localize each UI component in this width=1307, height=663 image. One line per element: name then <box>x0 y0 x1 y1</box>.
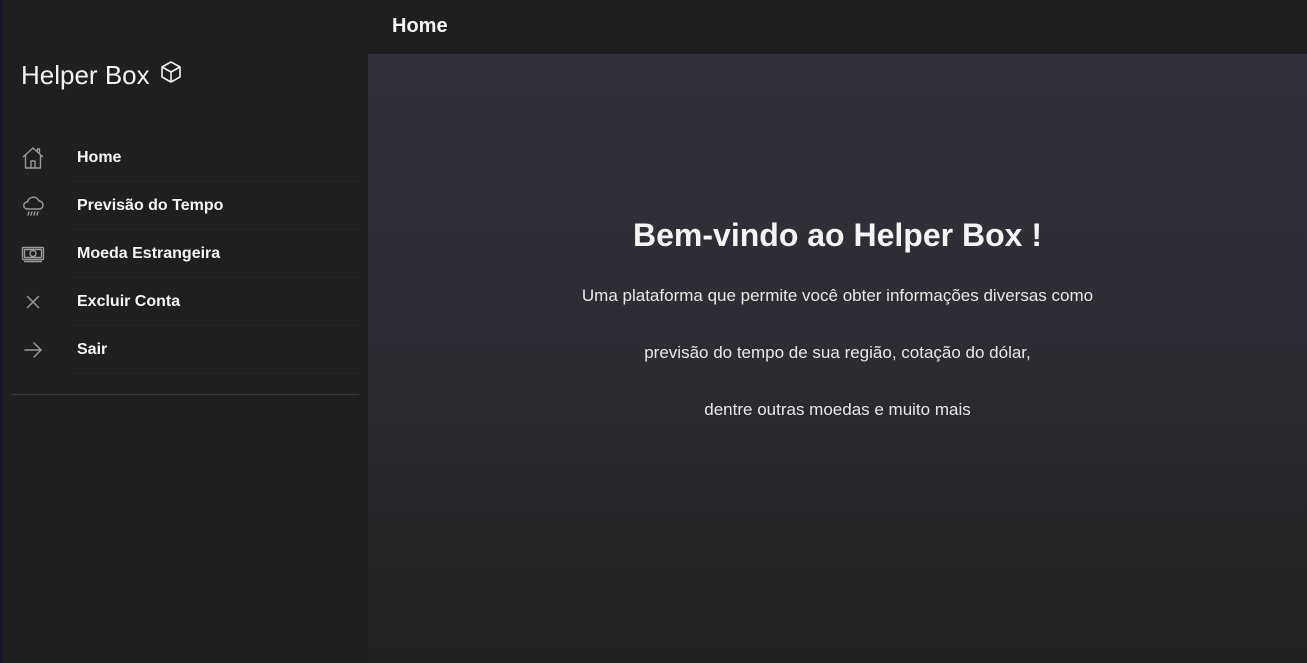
page-title: Home <box>392 15 448 37</box>
arrow-right-icon <box>24 342 42 358</box>
sidebar-item-label: Previsão do Tempo <box>77 197 224 214</box>
sidebar-item-previsao-do-tempo[interactable]: Previsão do Tempo <box>11 182 359 230</box>
main-content: Bem-vindo ao Helper Box ! Uma plataforma… <box>368 54 1307 663</box>
welcome-description-line: dentre outras moedas e muito mais <box>704 400 971 419</box>
sidebar-item-label: Moeda Estrangeira <box>77 245 221 262</box>
banknote-icon <box>21 246 45 263</box>
sidebar-item-label: Excluir Conta <box>77 293 181 310</box>
sidebar-edge <box>0 0 3 663</box>
brand-title: Helper Box <box>21 59 150 90</box>
home-icon <box>22 147 44 169</box>
sidebar-item-label: Home <box>77 149 122 166</box>
sidebar-divider <box>11 394 359 395</box>
welcome-description-line: Uma plataforma que permite você obter in… <box>581 286 1094 305</box>
top-bar: Home <box>368 0 1307 54</box>
welcome-description-line: previsão do tempo de sua região, cotação… <box>644 343 1031 362</box>
brand: Helper Box <box>21 58 183 92</box>
rain-cloud-icon <box>23 196 44 216</box>
sidebar-item-excluir-conta[interactable]: Excluir Conta <box>11 278 359 326</box>
app-window: Helper Box Home Previsão do Tempo Moeda … <box>0 0 1307 663</box>
sidebar-item-sair[interactable]: Sair <box>11 326 359 374</box>
cube-icon <box>160 61 181 83</box>
sidebar-item-label: Sair <box>77 341 108 358</box>
sidebar-item-moeda-estrangeira[interactable]: Moeda Estrangeira <box>11 230 359 278</box>
sidebar: Helper Box Home Previsão do Tempo Moeda … <box>0 0 368 663</box>
sidebar-nav: Home Previsão do Tempo Moeda Estrangeira… <box>11 134 359 374</box>
close-icon <box>26 295 40 309</box>
welcome-heading: Bem-vindo ao Helper Box ! <box>633 217 1042 253</box>
sidebar-item-home[interactable]: Home <box>11 134 359 182</box>
